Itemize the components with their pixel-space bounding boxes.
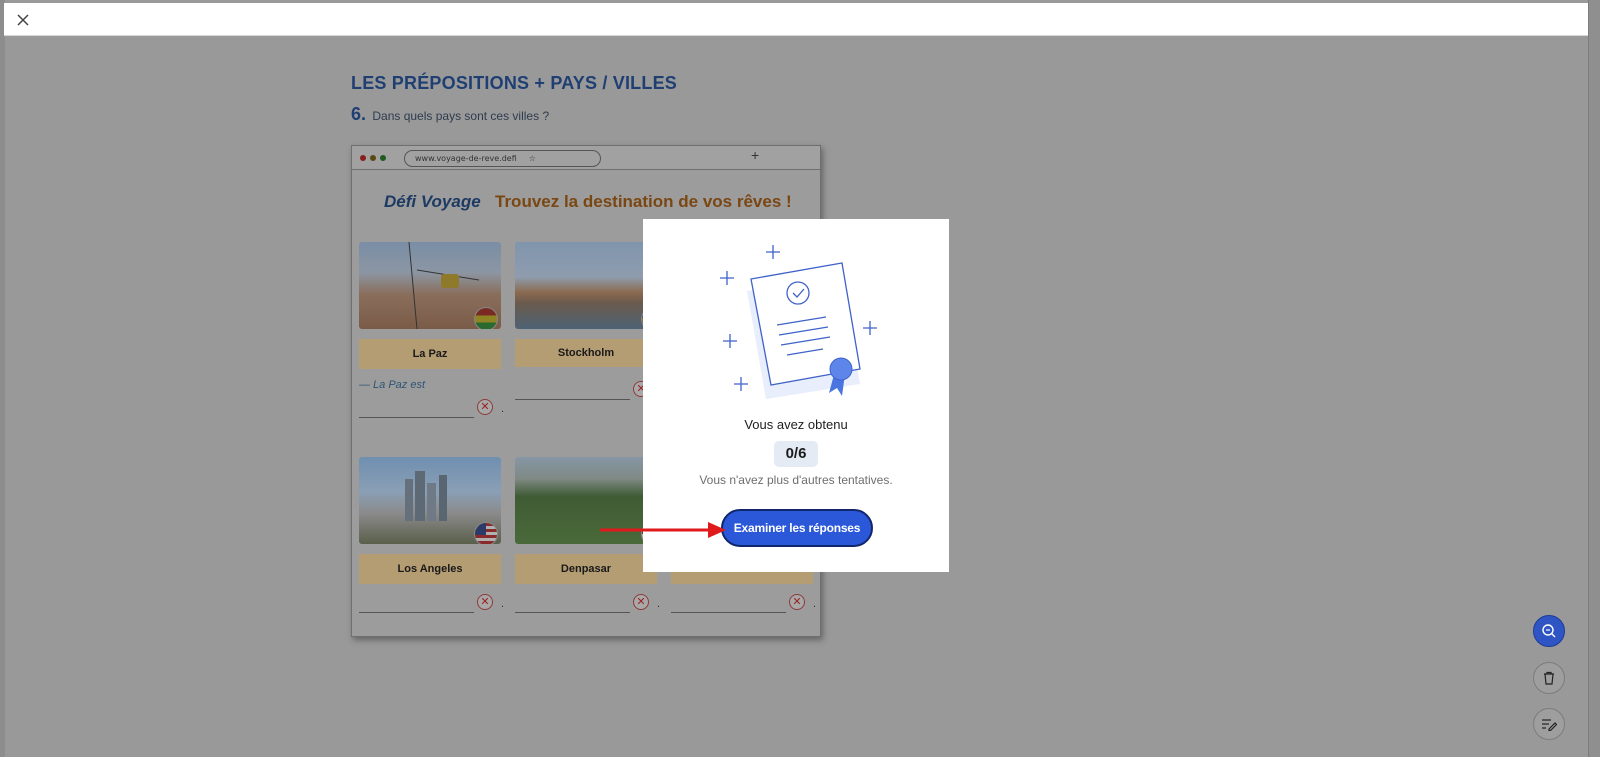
question-number: 6. — [351, 104, 367, 124]
stockholm-photo — [515, 242, 657, 329]
incorrect-icon: ✕ — [477, 399, 493, 415]
star-icon: ☆ — [528, 154, 536, 163]
viewer-top-bar — [4, 3, 1588, 36]
lesson-title: LES PRÉPOSITIONS + PAYS / VILLES — [351, 73, 677, 93]
zoom-search-button[interactable] — [1533, 615, 1565, 647]
new-tab-icon: + — [751, 147, 760, 163]
score-value: 0/6 — [774, 441, 818, 467]
sentence-period: . — [501, 403, 505, 415]
review-answers-button[interactable]: Examiner les réponses — [721, 509, 873, 547]
city-label: La Paz — [359, 339, 501, 369]
green-dot-icon — [380, 155, 386, 161]
usa-flag-icon — [474, 522, 498, 544]
yellow-dot-icon — [370, 155, 376, 161]
sentence-period: . — [657, 598, 661, 610]
zoom-search-icon — [1542, 624, 1556, 638]
edit-notes-icon — [1542, 719, 1557, 731]
bolivia-flag-icon — [474, 307, 498, 329]
certificate-icon — [720, 245, 877, 399]
notes-button[interactable] — [1533, 708, 1565, 740]
city-card: Stockholm — [515, 242, 657, 367]
city-card: Denpasar — [515, 457, 657, 584]
mock-url-box: www.voyage-de-reve.defi ☆ — [404, 150, 601, 167]
los-angeles-photo — [359, 457, 501, 544]
question-prompt: 6. Dans quels pays sont ces villes ? — [351, 104, 549, 125]
worksheet-brand: Défi Voyage — [384, 192, 481, 211]
answer-input-los-angeles[interactable] — [359, 589, 474, 613]
city-label: Stockholm — [515, 339, 657, 367]
incorrect-icon: ✕ — [633, 594, 649, 610]
city-label: Los Angeles — [359, 554, 501, 584]
answer-input-kinshasa[interactable] — [671, 589, 786, 613]
score-modal: Vous avez obtenu 0/6 Vous n'avez plus d'… — [643, 219, 949, 572]
mock-url: www.voyage-de-reve.defi — [415, 154, 517, 163]
answer-input-denpasar[interactable] — [515, 589, 630, 613]
mock-browser-bar: www.voyage-de-reve.defi ☆ + — [352, 146, 820, 170]
score-caption: Vous avez obtenu — [744, 417, 848, 432]
city-label: Denpasar — [515, 554, 657, 584]
city-card: La Paz — [359, 242, 501, 369]
red-dot-icon — [360, 155, 366, 161]
worksheet-heading: Trouvez la destination de vos rêves ! — [495, 192, 792, 211]
answer-hint: — La Paz est — [359, 379, 426, 391]
answer-input-la-paz[interactable] — [359, 394, 474, 418]
answer-input-stockholm[interactable] — [515, 376, 630, 400]
scrollbar-track[interactable] — [1588, 0, 1600, 757]
city-card: Los Angeles — [359, 457, 501, 584]
la-paz-photo — [359, 242, 501, 329]
attempts-notice: Vous n'avez plus d'autres tentatives. — [699, 473, 893, 487]
sentence-period: . — [813, 598, 817, 610]
incorrect-icon: ✕ — [789, 594, 805, 610]
trash-icon — [1544, 671, 1554, 685]
delete-button[interactable] — [1533, 662, 1565, 694]
red-arrow-annotation — [600, 522, 726, 538]
question-text: Dans quels pays sont ces villes ? — [372, 109, 550, 123]
close-icon[interactable] — [14, 11, 32, 29]
incorrect-icon: ✕ — [477, 594, 493, 610]
sentence-period: . — [501, 598, 505, 610]
